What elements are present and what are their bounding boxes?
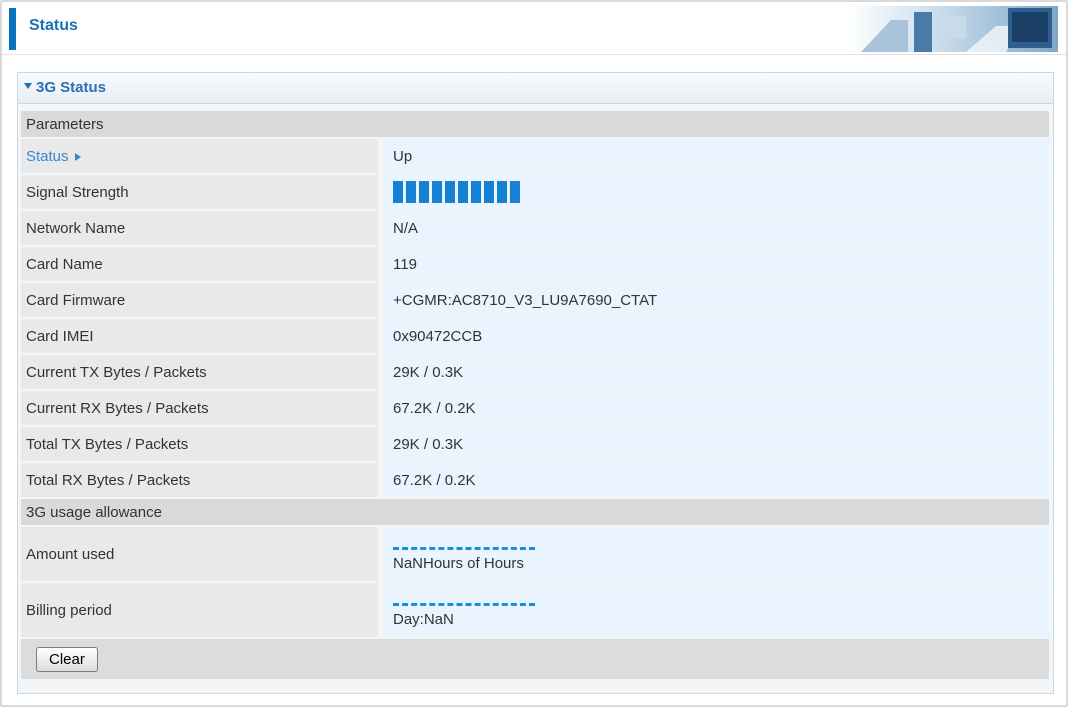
- row-key: Current TX Bytes / Packets: [21, 355, 383, 389]
- table-row: Network Name N/A: [21, 211, 1049, 245]
- row-key: Total TX Bytes / Packets: [21, 427, 383, 461]
- row-key[interactable]: Status: [21, 139, 383, 173]
- signal-bar: [445, 181, 455, 203]
- table-row: Amount used NaNHours of Hours: [21, 527, 1049, 581]
- table-row: Total RX Bytes / Packets 67.2K / 0.2K: [21, 463, 1049, 497]
- section-header-parameters: Parameters: [21, 111, 1049, 137]
- 3g-status-panel: 3G Status Parameters Status Up Signal St…: [17, 72, 1054, 694]
- usage-amount-text: NaNHours of Hours: [393, 554, 524, 572]
- signal-bar: [393, 181, 403, 203]
- row-key: Card IMEI: [21, 319, 383, 353]
- usage-amount: NaNHours of Hours: [393, 537, 1049, 572]
- row-value: 119: [383, 247, 1049, 281]
- header-banner-image: [846, 6, 1058, 52]
- row-value: 0x90472CCB: [383, 319, 1049, 353]
- billing-period: Day:NaN: [393, 593, 1049, 628]
- billing-progress-dashes: [393, 602, 535, 606]
- header-accent-bar: [9, 8, 16, 50]
- row-key: Network Name: [21, 211, 383, 245]
- signal-bar: [471, 181, 481, 203]
- section-header-usage: 3G usage allowance: [21, 499, 1049, 525]
- signal-bar: [497, 181, 507, 203]
- table-row: Card Firmware +CGMR:AC8710_V3_LU9A7690_C…: [21, 283, 1049, 317]
- button-cell: Clear: [21, 639, 1049, 679]
- row-value: 67.2K / 0.2K: [383, 463, 1049, 497]
- row-value: 67.2K / 0.2K: [383, 391, 1049, 425]
- table-row: Current TX Bytes / Packets 29K / 0.3K: [21, 355, 1049, 389]
- signal-bar: [406, 181, 416, 203]
- signal-bar: [458, 181, 468, 203]
- row-value: Day:NaN: [383, 583, 1049, 637]
- row-value: Up: [383, 139, 1049, 173]
- arrow-right-icon: [74, 152, 81, 161]
- section-title: Parameters: [21, 111, 1049, 137]
- row-value: NaNHours of Hours: [383, 527, 1049, 581]
- table-row: Current RX Bytes / Packets 67.2K / 0.2K: [21, 391, 1049, 425]
- table-row: Card Name 119: [21, 247, 1049, 281]
- panel-title: 3G Status: [36, 79, 107, 96]
- usage-progress-dashes: [393, 546, 535, 550]
- page-header: Status: [2, 2, 1066, 55]
- row-value: +CGMR:AC8710_V3_LU9A7690_CTAT: [383, 283, 1049, 317]
- signal-bar: [432, 181, 442, 203]
- table-row: Status Up: [21, 139, 1049, 173]
- row-value: 29K / 0.3K: [383, 355, 1049, 389]
- row-value: [383, 175, 1049, 209]
- page-title: Status: [29, 17, 78, 34]
- billing-period-text: Day:NaN: [393, 610, 454, 628]
- row-key: Billing period: [21, 583, 383, 637]
- row-key: Amount used: [21, 527, 383, 581]
- signal-bar: [419, 181, 429, 203]
- signal-bar: [484, 181, 494, 203]
- section-title: 3G usage allowance: [21, 499, 1049, 525]
- row-key: Card Name: [21, 247, 383, 281]
- row-key: Current RX Bytes / Packets: [21, 391, 383, 425]
- panel-header[interactable]: 3G Status: [18, 73, 1053, 104]
- row-value: 29K / 0.3K: [383, 427, 1049, 461]
- table-row: Card IMEI 0x90472CCB: [21, 319, 1049, 353]
- row-key: Card Firmware: [21, 283, 383, 317]
- row-key: Signal Strength: [21, 175, 383, 209]
- table-row: Signal Strength: [21, 175, 1049, 209]
- row-key: Total RX Bytes / Packets: [21, 463, 383, 497]
- table-row: Total TX Bytes / Packets 29K / 0.3K: [21, 427, 1049, 461]
- status-link[interactable]: Status: [26, 148, 81, 165]
- page-frame: Status 3G Status Parameters Status Up Si…: [0, 0, 1068, 707]
- button-row: Clear: [21, 639, 1049, 679]
- row-value: N/A: [383, 211, 1049, 245]
- clear-button[interactable]: Clear: [36, 646, 98, 672]
- signal-bar: [510, 181, 520, 203]
- table-row: Billing period Day:NaN: [21, 583, 1049, 637]
- status-table: Parameters Status Up Signal Strength Net…: [21, 109, 1049, 681]
- signal-strength-meter: [393, 181, 1049, 203]
- collapse-arrow-icon[interactable]: [24, 83, 32, 89]
